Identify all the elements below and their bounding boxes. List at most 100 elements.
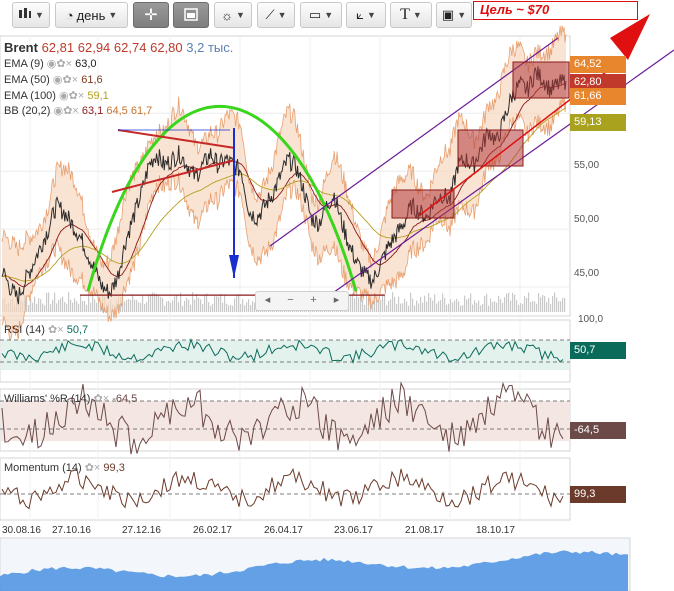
scroll-right-icon[interactable]: ▸ bbox=[325, 292, 348, 310]
volume-bar bbox=[176, 295, 178, 312]
volume-bar bbox=[496, 302, 498, 312]
volume-bar bbox=[556, 297, 558, 312]
volume-bar bbox=[528, 292, 530, 312]
eye-icon[interactable]: ◉ bbox=[54, 105, 64, 117]
y-tick-50: 50,00 bbox=[574, 214, 600, 225]
volume-bar bbox=[62, 296, 64, 312]
rsi-legend[interactable]: RSI (14) ✿× 50,7 bbox=[4, 323, 88, 336]
volume-bar bbox=[84, 301, 86, 312]
volume-bar bbox=[350, 294, 352, 312]
eye-icon[interactable]: ◉ bbox=[59, 90, 69, 102]
volume-bar bbox=[506, 293, 508, 312]
legend-bb-name: BB (20,2) bbox=[4, 105, 51, 117]
consolidation-box-2 bbox=[512, 61, 570, 99]
volume-bar bbox=[510, 300, 512, 312]
volume-bar bbox=[240, 303, 242, 312]
legend-ema100[interactable]: EMA (100) ◉✿× 59,1 bbox=[4, 89, 109, 102]
close-icon[interactable]: × bbox=[66, 58, 72, 70]
legend-bb[interactable]: BB (20,2) ◉✿× 63,1 64,5 61,7 bbox=[4, 104, 152, 117]
rsi-value: 50,7 bbox=[66, 324, 89, 336]
volume-bar bbox=[424, 295, 426, 312]
gear-icon[interactable]: ✿ bbox=[56, 58, 65, 70]
volume-bar bbox=[396, 303, 398, 312]
volume-bar bbox=[162, 298, 164, 312]
volume-bar bbox=[136, 299, 138, 312]
volume-bar bbox=[190, 304, 192, 312]
close-icon[interactable]: × bbox=[78, 90, 84, 102]
volume-bar bbox=[470, 293, 472, 312]
volume-bar bbox=[420, 296, 422, 312]
close-icon[interactable]: × bbox=[94, 462, 100, 474]
rsi-tick-100: 100,0 bbox=[578, 314, 604, 325]
rsi-panel bbox=[0, 337, 570, 370]
volume-bar bbox=[64, 302, 66, 312]
volume-bar bbox=[410, 292, 412, 312]
zoom-out-icon[interactable]: − bbox=[279, 292, 302, 310]
volume-bar bbox=[206, 293, 208, 312]
scroll-left-icon[interactable]: ◂ bbox=[256, 292, 279, 310]
momentum-badge: 99,3 bbox=[570, 486, 626, 503]
zoom-in-icon[interactable]: + bbox=[302, 292, 325, 310]
volume-bar bbox=[540, 297, 542, 312]
volume-bar bbox=[430, 297, 432, 312]
volume-bar bbox=[526, 297, 528, 312]
zoom-control[interactable]: ◂ − + ▸ bbox=[255, 291, 349, 311]
volume-bar bbox=[354, 298, 356, 312]
legend-ema50[interactable]: EMA (50) ◉✿× 61,6 bbox=[4, 73, 103, 86]
close-icon[interactable]: × bbox=[72, 74, 78, 86]
close-icon[interactable]: × bbox=[57, 324, 63, 336]
volume-bar bbox=[46, 292, 48, 312]
volume-bar bbox=[488, 305, 490, 312]
eye-icon[interactable]: ◉ bbox=[47, 58, 57, 70]
volume-bar bbox=[238, 294, 240, 312]
volume-bar bbox=[160, 297, 162, 312]
momentum-legend[interactable]: Momentum (14) ✿× 99,3 bbox=[4, 461, 125, 474]
legend-bb-value-1: 63,1 bbox=[81, 105, 104, 117]
volume-bar bbox=[252, 301, 254, 312]
volume-bar bbox=[146, 302, 148, 312]
gear-icon[interactable]: ✿ bbox=[63, 105, 72, 117]
volume-bar bbox=[166, 301, 168, 312]
volume-bar bbox=[472, 304, 474, 312]
volume-bar bbox=[428, 293, 430, 312]
volume-bar bbox=[154, 293, 156, 312]
x-tick-2: 27.12.16 bbox=[122, 525, 161, 536]
close-icon[interactable]: × bbox=[103, 393, 109, 405]
volume-bar bbox=[78, 303, 80, 312]
volume-bar bbox=[230, 304, 232, 312]
volume-bar bbox=[144, 304, 146, 312]
volume-bar bbox=[554, 292, 556, 312]
volume-bar bbox=[466, 299, 468, 312]
gear-icon[interactable]: ✿ bbox=[48, 324, 57, 336]
volume-bar bbox=[74, 298, 76, 312]
volume-bar bbox=[380, 299, 382, 312]
volume-bar bbox=[232, 305, 234, 312]
volume-bar bbox=[214, 296, 216, 312]
momentum-value: 99,3 bbox=[103, 462, 125, 474]
volume-bar bbox=[204, 294, 206, 312]
eye-icon[interactable]: ◉ bbox=[53, 74, 63, 86]
volume-bar bbox=[390, 299, 392, 312]
volume-bar bbox=[250, 305, 252, 312]
volume-bar bbox=[500, 299, 502, 312]
volume-bar bbox=[490, 298, 492, 312]
volume-bar bbox=[202, 304, 204, 312]
close-icon[interactable]: × bbox=[72, 105, 78, 117]
volume-bar bbox=[532, 301, 534, 312]
gear-icon[interactable]: ✿ bbox=[85, 462, 94, 474]
legend-ema50-name: EMA (50) bbox=[4, 74, 50, 86]
volume-bar bbox=[88, 293, 90, 312]
williams-legend[interactable]: Williams' %R (14) ✿× -64,5 bbox=[4, 392, 137, 405]
volume-bar bbox=[148, 295, 150, 312]
volume-bar bbox=[450, 299, 452, 312]
gear-icon[interactable]: ✿ bbox=[63, 74, 72, 86]
volume-bar bbox=[508, 292, 510, 312]
gear-icon[interactable]: ✿ bbox=[69, 90, 78, 102]
volume-bar bbox=[352, 293, 354, 312]
volume-bar bbox=[518, 304, 520, 312]
gear-icon[interactable]: ✿ bbox=[94, 393, 103, 405]
navigator-area bbox=[0, 537, 631, 591]
legend-ema9[interactable]: EMA (9) ◉✿× 63,0 bbox=[4, 57, 97, 70]
x-tick-5: 23.06.17 bbox=[334, 525, 373, 536]
volume-bar bbox=[552, 296, 554, 312]
